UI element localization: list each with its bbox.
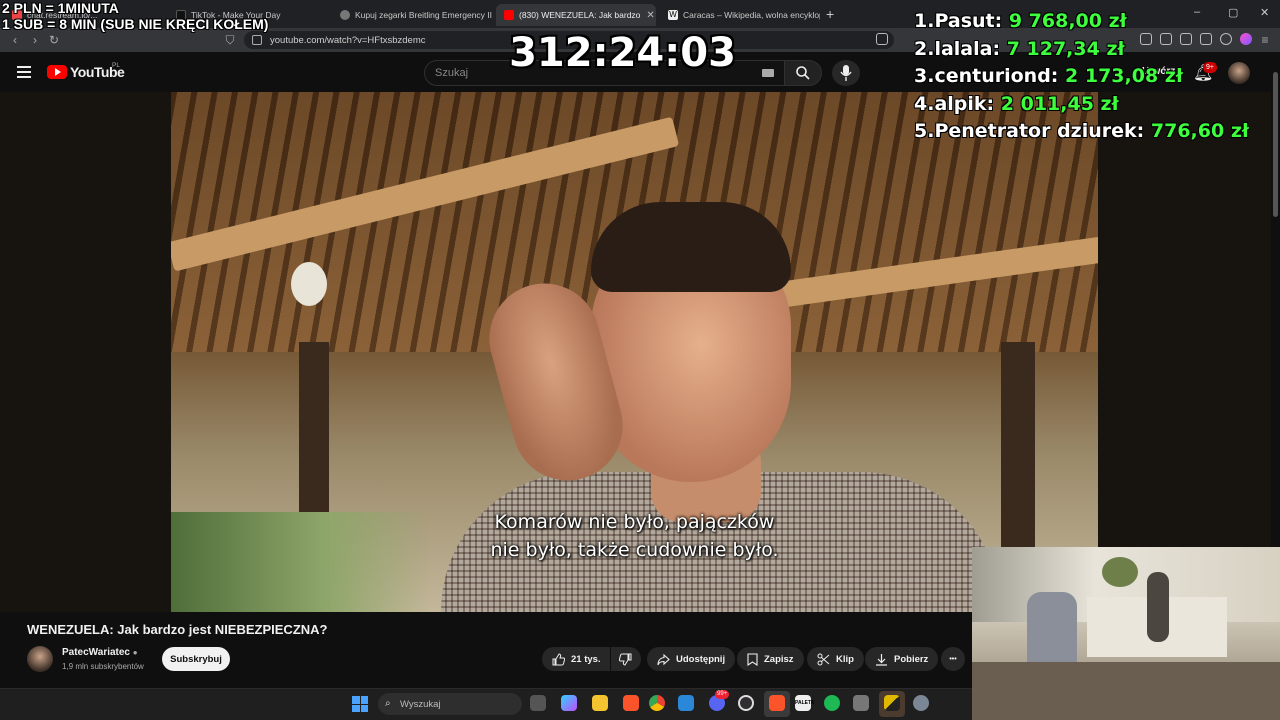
thumbs-up-icon — [552, 652, 565, 665]
close-window-button[interactable]: ✕ — [1260, 6, 1269, 19]
chrome-icon[interactable] — [649, 695, 665, 711]
tab-favicon-icon — [340, 10, 350, 20]
download-label: Pobierz — [894, 653, 929, 665]
leaderboard-row: 2.lalala: 7 127,34 zł — [914, 37, 1125, 60]
leaderboard-row: 1.Pasut: 9 768,00 zł — [914, 10, 1127, 32]
clip-label: Klip — [836, 653, 854, 665]
subscribe-button[interactable]: Subskrybuj — [162, 647, 230, 671]
leaderboard-row: 4.alpik: 2 011,45 zł — [914, 92, 1119, 115]
new-tab-button[interactable]: + — [826, 6, 834, 22]
webcam-plant — [1102, 557, 1138, 587]
download-button[interactable]: Pobierz — [865, 647, 939, 671]
youtube-tab-icon — [504, 10, 514, 20]
browser-tab[interactable]: W Caracas – Wikipedia, wolna encyklop — [660, 4, 820, 26]
video-light-bulb — [291, 262, 327, 306]
brave-browser-icon[interactable] — [623, 695, 639, 711]
tab-label: Caracas – Wikipedia, wolna encyklop — [683, 10, 820, 20]
dislike-button[interactable] — [611, 647, 641, 671]
channel-avatar[interactable] — [27, 646, 53, 672]
stream-app-icon[interactable] — [884, 695, 900, 711]
discord-badge: 99+ — [715, 690, 730, 699]
brave-icon[interactable] — [769, 695, 785, 711]
subtitle-line: nie było, także cudownie było. — [490, 539, 779, 561]
paint-icon[interactable]: PALETA — [795, 695, 814, 711]
task-view-icon[interactable] — [530, 695, 546, 711]
donation-rules-overlay: 2 PLN = 1MINUTA 1 SUB = 8 MIN (SUB NIE K… — [2, 0, 268, 32]
store-icon[interactable] — [678, 695, 694, 711]
file-explorer-icon[interactable] — [592, 695, 608, 711]
verified-badge-icon: ● — [132, 648, 138, 657]
taskbar-search-icon: ⌕ — [385, 698, 391, 709]
channel-name[interactable]: PatecWariatec ● — [62, 647, 138, 658]
wikipedia-icon: W — [668, 10, 678, 20]
tab-label: (830) WENEZUELA: Jak bardzo — [519, 10, 641, 20]
leaderboard-row: 5.Penetrator dziurek: 776,60 zł — [914, 120, 1249, 142]
share-icon — [657, 653, 670, 665]
like-count: 21 tys. — [571, 653, 601, 665]
video-subtitles: Komarów nie było, pajączków nie było, ta… — [171, 508, 1098, 564]
bookmark-save-icon — [747, 652, 758, 666]
scissors-icon — [817, 653, 830, 665]
copilot-icon[interactable] — [561, 695, 577, 711]
menu-icon[interactable]: ≡ — [1258, 32, 1272, 48]
calculator-icon[interactable] — [853, 695, 869, 711]
obs-icon[interactable] — [738, 695, 754, 711]
spotify-icon[interactable] — [824, 695, 840, 711]
tab-label: Kupuj zegarki Breitling Emergency II — [355, 10, 492, 20]
subscriber-count: 1,9 mln subskrybentów — [62, 662, 144, 671]
leaderboard-row: 3.centuriond: 2 173,08 zł — [914, 65, 1183, 87]
download-icon — [876, 653, 887, 666]
browser-tab-active[interactable]: (830) WENEZUELA: Jak bardzo ✕ — [496, 4, 656, 26]
close-tab-icon[interactable]: ✕ — [640, 10, 654, 21]
donation-leaderboard: 1.Pasut: 9 768,00 zł 2.lalala: 7 127,34 … — [914, 8, 1249, 146]
save-button[interactable]: Zapisz — [737, 647, 804, 671]
player-left-letterbox — [0, 92, 171, 612]
webcam-overlay — [972, 547, 1280, 720]
video-title: WENEZUELA: Jak bardzo jest NIEBEZPIECZNA… — [27, 622, 328, 637]
webcam-floor — [972, 662, 1280, 720]
donation-rule: 2 PLN = 1MINUTA — [2, 0, 119, 16]
more-actions-button[interactable]: ••• — [941, 647, 965, 671]
thumbs-down-icon — [619, 653, 632, 666]
save-label: Zapisz — [764, 653, 794, 665]
player-right-letterbox — [1098, 92, 1271, 547]
webcam-person — [1147, 572, 1169, 642]
channel-name-text: PatecWariatec — [62, 647, 130, 658]
share-button[interactable]: Udostępnij — [647, 647, 736, 671]
video-person-hair — [591, 202, 791, 292]
like-button[interactable]: 21 tys. — [542, 647, 610, 671]
subtitle-line: Komarów nie było, pajączków — [494, 511, 775, 533]
windows-start-icon[interactable] — [352, 696, 368, 712]
settings-icon[interactable] — [913, 695, 929, 711]
browser-tab[interactable]: Kupuj zegarki Breitling Emergency II — [332, 4, 492, 26]
share-label: Udostępnij — [676, 653, 726, 665]
taskbar-search-placeholder: Wyszukaj — [400, 698, 441, 710]
clip-button[interactable]: Klip — [807, 647, 864, 671]
taskbar-search-input[interactable]: Wyszukaj — [378, 693, 522, 715]
scrollbar-thumb[interactable] — [1273, 72, 1278, 217]
